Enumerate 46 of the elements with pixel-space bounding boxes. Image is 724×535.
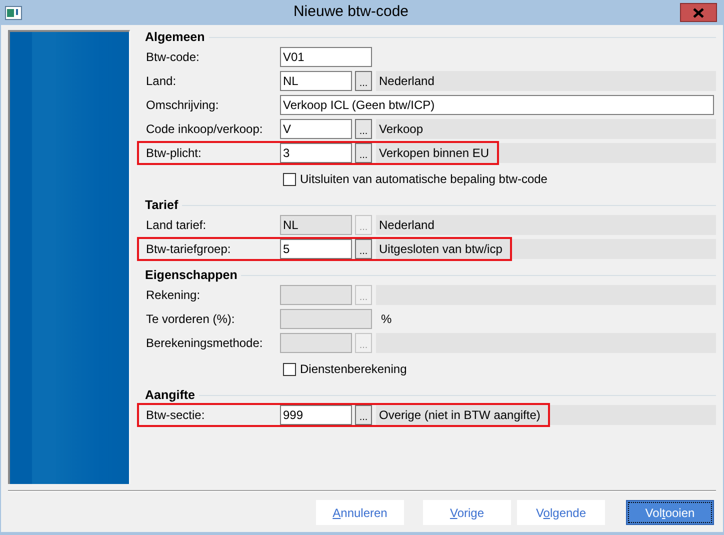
wizard-button[interactable]: Volgende [517,500,605,525]
lookup-button[interactable]: ... [355,239,372,259]
wizard-button[interactable]: Vorige [423,500,511,525]
field-label: Btw-plicht: [145,145,202,162]
section-title: Algemeen [144,28,206,46]
input-field[interactable]: V [280,119,352,139]
close-button[interactable] [680,3,717,22]
field-label: Btw-sectie: [145,407,206,424]
input-field[interactable]: 5 [280,239,352,259]
window-title: Nieuwe btw-code [293,3,409,20]
lookup-button[interactable]: ... [355,119,372,139]
lookup-button[interactable]: ... [355,71,372,91]
input-field[interactable]: Verkoop ICL (Geen btw/ICP) [280,95,714,115]
field-label: Btw-tariefgroep: [145,241,232,258]
section-title: Tarief [144,196,180,214]
input-field[interactable]: V01 [280,47,372,67]
field-label: Berekeningsmethode: [145,335,264,352]
description-text: Verkopen binnen EU [376,143,498,163]
wizard-button[interactable]: Voltooien [626,500,714,525]
checkbox[interactable] [283,362,296,376]
field-label: Btw-code: [145,49,200,66]
description-text: Verkoop [376,119,432,139]
checkbox-label: Dienstenberekening [300,361,407,378]
field-label: Code inkoop/verkoop: [145,121,264,138]
field-label: Land: [145,73,178,90]
lookup-button[interactable]: ... [355,143,372,163]
description-text: Nederland [376,71,442,91]
section-title: Aangifte [144,386,196,404]
input-field[interactable]: NL [280,71,352,91]
checkbox[interactable] [283,172,296,186]
field-label: Omschrijving: [145,97,220,114]
field-label: Rekening: [145,287,202,304]
section-title: Eigenschappen [144,266,238,284]
unit-label: % [381,311,392,328]
description-text: Nederland [376,215,442,235]
input-field[interactable]: 999 [280,405,352,425]
input-field[interactable]: 3 [280,143,352,163]
field-label: Land tarief: [145,217,208,234]
lookup-button[interactable]: ... [355,405,372,425]
close-icon [693,8,704,18]
field-label: Te vorderen (%): [145,311,236,328]
wizard-button[interactable]: Annuleren [316,500,404,525]
app-icon [5,6,22,20]
description-text: Uitgesloten van btw/icp [376,239,510,259]
checkbox-label: Uitsluiten van automatische bepaling btw-code [300,171,548,188]
description-text: Overige (niet in BTW aangifte) [376,405,548,425]
